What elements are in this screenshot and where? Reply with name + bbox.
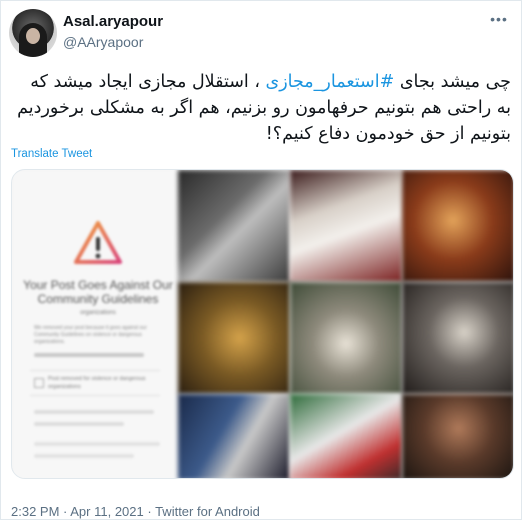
notice-title: Your Post Goes Against Our Community Gui… bbox=[23, 278, 173, 306]
tweet-time[interactable]: 2:32 PM bbox=[11, 504, 59, 519]
warning-triangle-icon bbox=[72, 218, 124, 270]
notice-body: We removed your post because it goes aga… bbox=[34, 325, 147, 345]
notice-text-line bbox=[34, 442, 160, 446]
more-options-icon[interactable]: ••• bbox=[487, 11, 511, 27]
tweet-source[interactable]: Twitter for Android bbox=[155, 504, 260, 519]
tweet-text-start: چی میشد بجای bbox=[394, 72, 511, 92]
notice-text-line bbox=[34, 353, 144, 357]
meta-separator: · bbox=[59, 504, 71, 519]
notice-text-line bbox=[34, 422, 124, 426]
hashtag-link[interactable]: #استعمار_مجازی bbox=[266, 72, 395, 92]
blurred-image-tile bbox=[290, 394, 402, 478]
display-name[interactable]: Asal.aryapour bbox=[63, 13, 163, 30]
tweet-metadata: 2:32 PM · Apr 11, 2021 · Twitter for And… bbox=[11, 504, 260, 519]
user-avatar[interactable] bbox=[9, 9, 57, 57]
blurred-image-tile bbox=[178, 170, 290, 282]
removed-post-notice: Your Post Goes Against Our Community Gui… bbox=[12, 170, 178, 478]
user-handle[interactable]: @AAryapoor bbox=[63, 34, 143, 50]
notice-subtitle: organizations bbox=[80, 310, 116, 316]
meta-separator: · bbox=[143, 504, 156, 519]
blurred-image-grid bbox=[178, 170, 513, 478]
blurred-image-tile bbox=[290, 170, 402, 282]
blurred-image-tile bbox=[178, 394, 290, 478]
tweet-date[interactable]: Apr 11, 2021 bbox=[70, 504, 143, 519]
removed-reason-icon bbox=[34, 378, 44, 388]
tweet-text: چی میشد بجای #استعمار_مجازی ، استقلال مج… bbox=[11, 69, 511, 147]
removed-reason-text: Post removed for violence or dangerous o… bbox=[48, 376, 146, 390]
blurred-image-tile bbox=[290, 282, 402, 394]
notice-text-line bbox=[34, 410, 154, 414]
blurred-image-tile bbox=[402, 170, 513, 282]
tweet-media-image[interactable]: Your Post Goes Against Our Community Gui… bbox=[11, 169, 514, 479]
translate-tweet-link[interactable]: Translate Tweet bbox=[11, 148, 92, 160]
blurred-image-tile bbox=[402, 394, 513, 478]
avatar-face bbox=[26, 28, 40, 44]
tweet-card: Asal.aryapour @AAryapoor ••• چی میشد بجا… bbox=[0, 0, 522, 520]
blurred-image-tile bbox=[402, 282, 513, 394]
blurred-image-tile bbox=[178, 282, 290, 394]
removed-reason-row: Post removed for violence or dangerous o… bbox=[30, 370, 160, 396]
notice-text-line bbox=[34, 454, 134, 458]
